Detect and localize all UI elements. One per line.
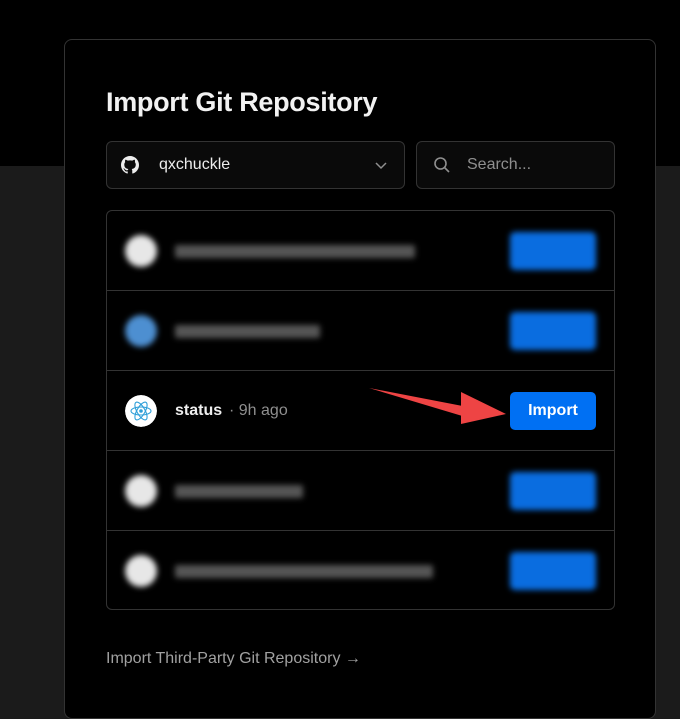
redacted-repo-info (175, 245, 415, 258)
annotation-arrow-icon (369, 388, 506, 424)
import-button[interactable]: Import (510, 392, 596, 430)
repository-row (107, 211, 614, 291)
import-button[interactable] (510, 312, 596, 350)
redacted-repo-info (175, 485, 303, 498)
import-button[interactable] (510, 232, 596, 270)
redacted-repo-info (175, 325, 320, 338)
import-card: Import Git Repository qxchuckle Search..… (64, 39, 656, 719)
repository-row (107, 531, 614, 609)
repo-avatar (125, 555, 157, 587)
repo-updated-time: · 9h ago (229, 402, 288, 419)
import-button[interactable] (510, 552, 596, 590)
github-icon (121, 156, 139, 174)
repository-row (107, 291, 614, 371)
import-third-party-link[interactable]: Import Third-Party Git Repository → (106, 650, 361, 668)
redacted-repo-info (175, 565, 433, 578)
repo-name: status (175, 402, 223, 419)
search-icon (433, 156, 451, 174)
search-input[interactable] (467, 156, 597, 174)
repository-list: status · 9h ago Import (106, 210, 615, 610)
repository-row (107, 451, 614, 531)
repo-avatar (125, 235, 157, 267)
page-title: Import Git Repository (106, 87, 378, 117)
import-button[interactable] (510, 472, 596, 510)
account-name: qxchuckle (159, 156, 231, 173)
repo-avatar (125, 475, 157, 507)
repository-row: status · 9h ago Import (107, 371, 614, 451)
account-select[interactable]: qxchuckle (106, 141, 405, 189)
react-icon (125, 395, 157, 427)
search-field[interactable] (416, 141, 615, 189)
repo-avatar (125, 315, 157, 347)
chevron-down-icon (374, 158, 388, 172)
